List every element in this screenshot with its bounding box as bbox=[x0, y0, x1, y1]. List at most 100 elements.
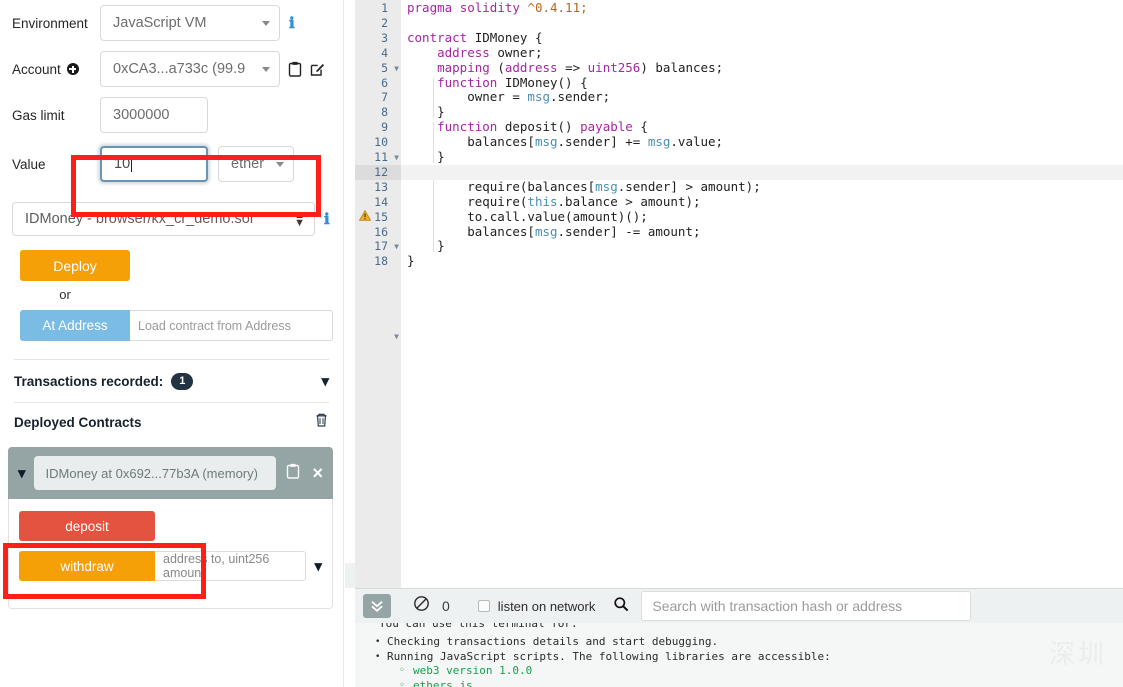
code-token: mapping bbox=[437, 59, 490, 75]
deployed-instance-card: ▾ IDMoney at 0x692...77b3A (memory) × de… bbox=[8, 447, 333, 609]
environment-value: JavaScript VM bbox=[113, 15, 207, 31]
pencil-square-icon[interactable] bbox=[310, 61, 325, 77]
line-number: 12 ▼ bbox=[355, 165, 401, 341]
withdraw-button[interactable]: withdraw bbox=[19, 551, 155, 581]
chevron-down-icon bbox=[262, 67, 270, 72]
code-token: function bbox=[437, 74, 498, 90]
instance-header: ▾ IDMoney at 0x692...77b3A (memory) × bbox=[8, 447, 333, 499]
clipboard-icon[interactable] bbox=[288, 61, 302, 77]
chevron-down-icon bbox=[262, 21, 270, 26]
value-input[interactable]: 10 bbox=[100, 146, 208, 182]
terminal-log: You can use this terminal for: Checking … bbox=[355, 623, 1123, 687]
transactions-chevron-down-icon[interactable]: ▾ bbox=[321, 372, 329, 390]
editor-code-area[interactable]: pragma solidity ^0.4.11; contract IDMoney… bbox=[401, 0, 1123, 588]
line-number: 6 ▼ bbox=[355, 76, 401, 163]
ban-icon[interactable] bbox=[413, 595, 430, 617]
code-line: balances[msg.sender] += msg.value; bbox=[401, 134, 723, 150]
run-deploy-panel: Environment JavaScript VM ℹ Account 0xCA… bbox=[0, 0, 344, 687]
gas-limit-input[interactable]: 3000000 bbox=[100, 97, 208, 133]
code-token: msg bbox=[534, 134, 558, 150]
indent-guide bbox=[433, 122, 434, 163]
code-token: { bbox=[632, 119, 648, 135]
code-token: address bbox=[504, 59, 558, 75]
code-token: payable bbox=[580, 119, 633, 135]
terminal-log-clipped-line: You can use this terminal for: bbox=[379, 623, 578, 630]
code-token: deposit() bbox=[497, 119, 581, 135]
listen-on-network-label[interactable]: listen on network bbox=[498, 599, 596, 614]
at-address-input[interactable]: Load contract from Address bbox=[130, 310, 333, 341]
line-number: 10 bbox=[374, 135, 388, 150]
plus-circle-icon[interactable] bbox=[66, 63, 79, 75]
code-line: require(balances[msg.sender] > amount); bbox=[401, 179, 761, 195]
listen-on-network-checkbox[interactable] bbox=[477, 600, 490, 612]
code-token: address bbox=[437, 44, 490, 60]
line-number: 3 ▼ bbox=[355, 31, 401, 73]
trash-icon[interactable] bbox=[314, 412, 329, 433]
code-line: function deposit() payable { bbox=[401, 119, 648, 135]
environment-select[interactable]: JavaScript VM bbox=[100, 5, 280, 41]
remix-ide-window: Environment JavaScript VM ℹ Account 0xCA… bbox=[0, 0, 1123, 687]
code-line: mapping (address => uint256) balances; bbox=[401, 59, 723, 76]
clipboard-icon[interactable] bbox=[286, 463, 300, 484]
code-token: } bbox=[407, 149, 445, 164]
code-editor[interactable]: 1 2 3 ▼ 4 5 6 ▼ 7 8 9 ▼ 10 11 12 ▼ 13 14 15 16 17 18 pragma s… bbox=[355, 0, 1123, 588]
deploy-button[interactable]: Deploy bbox=[20, 250, 130, 281]
terminal-log-line: ethers.js bbox=[369, 679, 1109, 687]
warning-icon[interactable] bbox=[358, 209, 371, 225]
gas-limit-row: Gas limit 3000000 bbox=[0, 92, 343, 138]
withdraw-args-input[interactable]: address to, uint256 amount bbox=[155, 551, 307, 581]
double-chevron-down-icon[interactable] bbox=[363, 594, 391, 618]
instance-address-label[interactable]: IDMoney at 0x692...77b3A (memory) bbox=[33, 456, 277, 490]
editor-line-number-gutter: 1 2 3 ▼ 4 5 6 ▼ 7 8 9 ▼ 10 11 12 ▼ 13 14 15 16 17 18 bbox=[355, 0, 401, 588]
code-token: .sender; bbox=[550, 89, 611, 105]
close-icon[interactable]: × bbox=[312, 464, 323, 482]
deposit-button[interactable]: deposit bbox=[19, 511, 155, 541]
code-token: balances[ bbox=[407, 223, 535, 239]
value-label: Value bbox=[12, 156, 46, 172]
code-token: msg bbox=[534, 223, 558, 239]
search-icon[interactable] bbox=[613, 596, 629, 617]
terminal-log-line: Checking transactions details and start … bbox=[369, 635, 1109, 650]
deployed-contracts-title: Deployed Contracts bbox=[14, 414, 142, 430]
contract-select[interactable]: IDMoney - browser/kx_cr_demo.sol ▲ ▼ bbox=[12, 202, 315, 236]
withdraw-chevron-down-icon[interactable]: ▾ bbox=[314, 557, 322, 575]
terminal-panel: 0 listen on network Search with transact… bbox=[355, 588, 1123, 687]
chevron-down-icon bbox=[276, 162, 284, 167]
terminal-log-line: web3 version 1.0.0 bbox=[369, 664, 1109, 679]
value-unit-select[interactable]: ether bbox=[218, 146, 294, 182]
code-line: function IDMoney() { bbox=[401, 74, 588, 91]
code-token: ^0.4.11; bbox=[527, 0, 588, 15]
gas-limit-label: Gas limit bbox=[12, 107, 65, 123]
code-line: require(this.balance > amount); bbox=[401, 193, 700, 210]
transactions-recorded-label: Transactions recorded: bbox=[14, 373, 164, 389]
environment-info-icon[interactable]: ℹ bbox=[289, 14, 295, 33]
fold-toggle-icon[interactable]: ▼ bbox=[394, 330, 399, 345]
line-number: 14 bbox=[374, 194, 388, 209]
at-address-button[interactable]: At Address bbox=[20, 310, 130, 341]
code-token: this bbox=[527, 193, 558, 209]
code-token: } bbox=[407, 253, 415, 269]
value-row: Value 10 ether bbox=[0, 138, 343, 190]
code-token: IDMoney { bbox=[474, 29, 543, 45]
line-number: 2 bbox=[381, 15, 388, 30]
active-line-highlight bbox=[401, 164, 1123, 180]
code-token: IDMoney() { bbox=[497, 74, 588, 90]
code-token: owner = bbox=[407, 89, 528, 105]
instance-chevron-down-icon[interactable]: ▾ bbox=[18, 464, 26, 482]
code-token: } bbox=[407, 238, 445, 254]
line-number: 16 bbox=[374, 224, 388, 239]
contract-info-icon[interactable]: ℹ bbox=[324, 210, 330, 229]
line-number: 1 bbox=[381, 1, 388, 15]
code-line: } bbox=[401, 104, 445, 120]
or-label: or bbox=[59, 287, 71, 302]
terminal-search-input[interactable]: Search with transaction hash or address bbox=[641, 591, 972, 621]
account-select[interactable]: 0xCA3...a733c (99.9 bbox=[100, 51, 280, 87]
code-token: function bbox=[437, 119, 498, 135]
deployed-contracts-header: Deployed Contracts bbox=[0, 403, 343, 441]
function-row-withdraw: withdraw address to, uint256 amount ▾ bbox=[19, 551, 322, 581]
terminal-log-list: Checking transactions details and start … bbox=[369, 623, 1109, 687]
code-line: pragma solidity ^0.4.11; bbox=[401, 0, 588, 16]
code-line: to.call.value(amount)(); bbox=[401, 209, 648, 225]
value-field-text: 10 bbox=[114, 156, 131, 172]
at-address-row: At Address Load contract from Address bbox=[20, 310, 333, 341]
